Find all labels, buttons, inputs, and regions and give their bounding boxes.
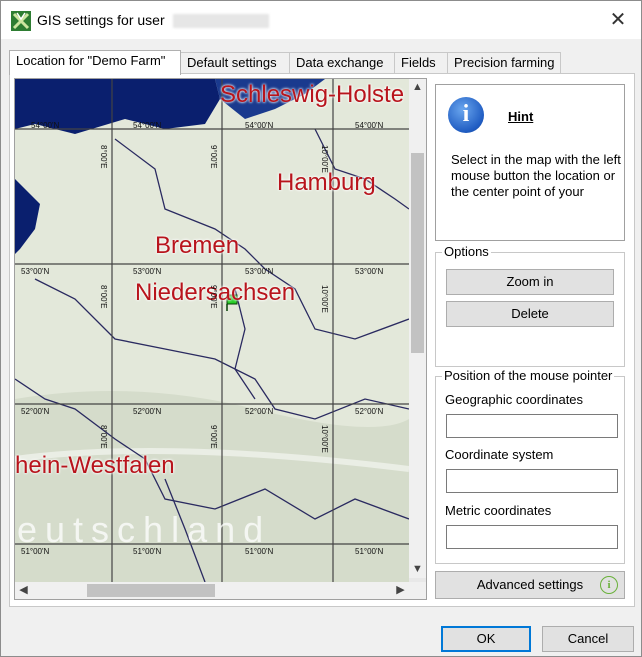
hint-text: Select in the map with the left mouse bu… [451,152,621,199]
tab-default-settings[interactable]: Default settings [180,52,290,73]
coord-label: 8°00'E [99,145,108,169]
zoom-in-button[interactable]: Zoom in [446,269,614,295]
tab-data-exchange[interactable]: Data exchange [289,52,395,73]
scroll-down-icon[interactable]: ▼ [409,561,426,578]
coord-label: 54°00'N [31,121,60,130]
scroll-up-icon[interactable]: ▲ [409,79,426,96]
coord-label: 9°00'E [209,425,218,449]
info-circle-icon: i [600,576,618,594]
map-vertical-scrollbar[interactable]: ▲ ▼ [409,79,426,578]
coord-label: 51°00'N [133,547,162,556]
vertical-scroll-thumb[interactable] [411,153,424,353]
hint-box: i Hint Select in the map with the left m… [435,84,625,241]
map-view[interactable]: Schleswig-Holste Hamburg Bremen Niedersa… [14,78,427,600]
map-label-bremen: Bremen [155,232,240,259]
coord-label: 51°00'N [355,547,384,556]
coord-label: 52°00'N [355,407,384,416]
coord-label: 10°00'E [320,425,329,453]
dialog-window: GIS settings for user ✕ Location for "De… [0,0,642,657]
coord-label: 53°00'N [21,267,50,276]
scroll-left-icon[interactable]: ◀ [15,582,32,599]
hint-title: Hint [508,109,534,124]
redacted-username [172,14,269,29]
tab-location[interactable]: Location for "Demo Farm" [9,50,181,75]
coord-label: 52°00'N [21,407,50,416]
metric-coordinates-field[interactable] [446,525,618,549]
map-label-deutschland: eutschland [17,509,272,550]
coord-label: 8°00'E [99,285,108,309]
close-icon[interactable]: ✕ [603,7,633,33]
tab-panel: Schleswig-Holste Hamburg Bremen Niedersa… [9,73,635,607]
coord-label: 10°00'E [320,145,329,173]
coord-label: 52°00'N [133,407,162,416]
coord-label: 54°00'N [133,121,162,130]
advanced-settings-label: Advanced settings [476,577,584,592]
coord-label: 52°00'N [245,407,274,416]
delete-button[interactable]: Delete [446,301,614,327]
coord-label: 54°00'N [355,121,384,130]
coord-label: 53°00'N [355,267,384,276]
coordinate-system-field[interactable] [446,469,618,493]
options-group: Options Zoom in Delete [435,244,625,367]
app-logo-icon [11,11,31,31]
info-icon-glyph: i [462,101,470,127]
scroll-right-icon[interactable]: ▶ [392,582,409,599]
coord-label: 10°00'E [320,285,329,313]
coord-label: 53°00'N [133,267,162,276]
map-label-schleswig: Schleswig-Holste [220,81,405,108]
options-label: Options [442,244,491,259]
coord-label: 51°00'N [21,547,50,556]
advanced-settings-button[interactable]: Advanced settings i [435,571,625,599]
scrollbar-corner [409,582,426,599]
geographic-coordinates-field[interactable] [446,414,618,438]
tab-fields[interactable]: Fields [394,52,448,73]
title-bar: GIS settings for user ✕ [1,1,641,39]
metric-coordinates-label: Metric coordinates [445,503,552,518]
window-title: GIS settings for user [37,12,269,29]
ok-button[interactable]: OK [441,626,531,652]
tab-precision-farming[interactable]: Precision farming [447,52,561,73]
coord-label: 9°00'E [209,285,218,309]
coord-label: 54°00'N [245,121,274,130]
pointer-position-label: Position of the mouse pointer [442,368,615,383]
coord-label: 8°00'E [99,425,108,449]
coordinate-system-label: Coordinate system [445,447,554,462]
info-icon: i [448,97,484,133]
cancel-button[interactable]: Cancel [542,626,634,652]
horizontal-scroll-thumb[interactable] [87,584,215,597]
coord-label: 9°00'E [209,145,218,169]
map-label-hamburg: Hamburg [277,169,376,196]
geographic-coordinates-label: Geographic coordinates [445,392,584,407]
coord-label: 51°00'N [245,547,274,556]
coord-label: 53°00'N [245,267,274,276]
map-label-westfalen: hein-Westfalen [15,452,175,479]
pointer-position-group: Position of the mouse pointer Geographic… [435,368,625,564]
window-title-text: GIS settings for user [37,12,165,28]
map-horizontal-scrollbar[interactable]: ◀ ▶ [15,582,409,599]
